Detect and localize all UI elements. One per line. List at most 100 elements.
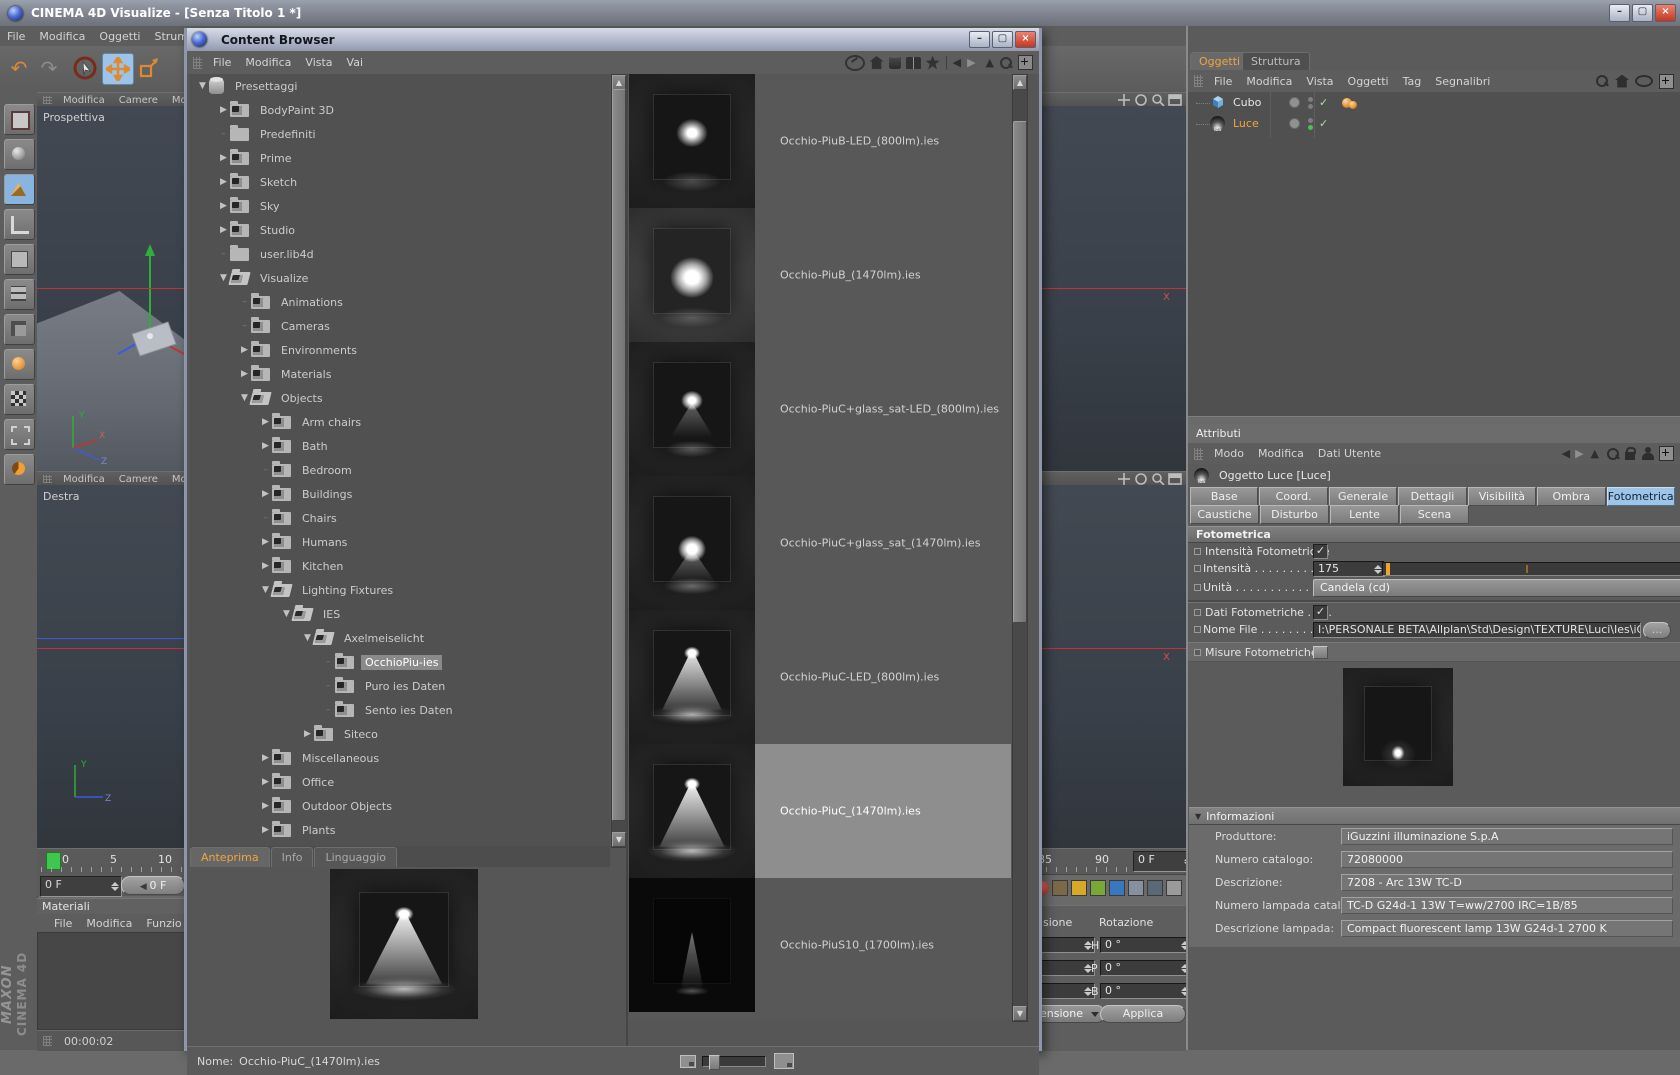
viewport-zoom-icon[interactable]: [1151, 93, 1165, 107]
tree-item-label[interactable]: Prime: [256, 151, 296, 166]
file-row[interactable]: Occhio-PiuB-LED_(800lm).ies: [629, 74, 1011, 208]
tree-item[interactable]: ▼ IES: [190, 602, 610, 626]
key-bullet-icon[interactable]: [1194, 608, 1201, 616]
dimension-field[interactable]: [1033, 983, 1095, 999]
minimize-button[interactable]: –: [969, 31, 990, 48]
tree-item[interactable]: ▼ Axelmeiselicht: [190, 626, 610, 650]
scale-key-icon[interactable]: [1090, 880, 1106, 896]
tree-item[interactable]: ▶ Environments: [190, 338, 610, 362]
menu-item-modifica[interactable]: Modifica: [1258, 447, 1304, 460]
menu-item-dati-utente[interactable]: Dati Utente: [1318, 447, 1381, 460]
tab-linguaggio[interactable]: Linguaggio: [314, 847, 398, 867]
rotation-field[interactable]: 0 °: [1100, 937, 1192, 953]
key-bullet-icon[interactable]: [1194, 648, 1201, 656]
tree-item[interactable]: – Predefiniti: [190, 122, 610, 146]
file-row[interactable]: Occhio-PiuS10_(1700lm).ies: [629, 878, 1011, 1012]
add-panel-icon[interactable]: [1659, 73, 1674, 89]
small-thumbnail-size-icon[interactable]: [679, 1054, 696, 1068]
misure-fotometriche-row[interactable]: Misure Fotometriche: [1188, 642, 1680, 662]
tree-item-label[interactable]: Outdoor Objects: [298, 799, 396, 814]
enabled-check-icon[interactable]: ✓: [1319, 96, 1328, 109]
tree-item-label[interactable]: Kitchen: [298, 559, 347, 574]
scrollbar-thumb[interactable]: [1013, 121, 1027, 623]
tree-item-label[interactable]: Presettaggi: [231, 79, 301, 94]
tree-item[interactable]: ▼ Lighting Fixtures: [190, 578, 610, 602]
materials-panel-body[interactable]: [37, 932, 188, 1030]
viewport-menu-item-camere[interactable]: Camere: [119, 95, 158, 106]
tree-item[interactable]: ▼ Visualize: [190, 266, 610, 290]
expander-closed-icon[interactable]: ▶: [217, 153, 230, 163]
browse-icon[interactable]: [844, 54, 865, 71]
expander-closed-icon[interactable]: ▶: [217, 105, 230, 115]
viewport-toggle-icon[interactable]: [1168, 472, 1182, 486]
tree-item-label[interactable]: Cameras: [277, 319, 334, 334]
position-key-icon[interactable]: [1071, 880, 1087, 896]
tree-item-label[interactable]: Siteco: [340, 727, 382, 742]
tab-oggetti[interactable]: Oggetti: [1190, 52, 1250, 71]
attr-tab-fotometrica[interactable]: Fotometrica: [1606, 487, 1675, 506]
expander-closed-icon[interactable]: ▶: [259, 777, 272, 787]
tree-item[interactable]: ▶ Bath: [190, 434, 610, 458]
tab-info[interactable]: Info: [270, 847, 314, 867]
browse-file-button[interactable]: ...: [1643, 622, 1671, 639]
tree-item[interactable]: ▼ Presettaggi: [190, 74, 610, 98]
tree-item[interactable]: – Bedroom: [190, 458, 610, 482]
search-icon[interactable]: [1595, 74, 1609, 88]
tree-item[interactable]: – Chairs: [190, 506, 610, 530]
editor-visibility-dot[interactable]: [1289, 118, 1300, 129]
tree-item-label[interactable]: Environments: [277, 343, 361, 358]
tree-item-label[interactable]: Materials: [277, 367, 335, 382]
filter-eye-icon[interactable]: [1635, 75, 1653, 87]
frame-number-field[interactable]: 0 F: [40, 876, 122, 897]
menu-item-modifica[interactable]: Modifica: [1246, 75, 1292, 88]
expander-closed-icon[interactable]: ▶: [217, 177, 230, 187]
close-button[interactable]: ×: [1015, 31, 1036, 48]
tab-struttura[interactable]: Struttura: [1242, 52, 1310, 71]
expander-closed-icon[interactable]: ▶: [259, 537, 272, 547]
render-visibility-dots[interactable]: [1308, 96, 1313, 109]
slider-handle[interactable]: [1386, 563, 1390, 575]
favorites-icon[interactable]: [925, 55, 940, 70]
object-manager-body[interactable]: Cubo ✓ IES Luce ✓: [1188, 92, 1680, 416]
tree-item-label[interactable]: Plants: [298, 823, 339, 838]
fotometrica-section-header[interactable]: Fotometrica: [1188, 526, 1680, 543]
viewport-pan-icon[interactable]: [1117, 93, 1131, 107]
home-icon[interactable]: [1615, 74, 1629, 88]
expander-open-icon[interactable]: ▼: [196, 81, 209, 91]
pane-splitter[interactable]: [626, 74, 628, 1046]
file-row[interactable]: Occhio-PiuB_(1470lm).ies: [629, 208, 1011, 342]
object-row-luce[interactable]: IES Luce ✓: [1188, 113, 1680, 134]
tree-scrollbar[interactable]: ▲ ▼: [611, 74, 627, 848]
menu-item-modifica[interactable]: Modifica: [86, 917, 132, 930]
tree-item[interactable]: ▶ Prime: [190, 146, 610, 170]
tree-item-label[interactable]: Puro ies Daten: [361, 679, 449, 694]
tree-item-label[interactable]: Bedroom: [298, 463, 356, 478]
tree-item-label[interactable]: Humans: [298, 535, 351, 550]
viewport-menu-item-camere[interactable]: Camere: [119, 474, 158, 485]
drag-grip-icon[interactable]: [43, 96, 52, 104]
search-icon[interactable]: [999, 56, 1013, 70]
new-browser-icon[interactable]: [1018, 55, 1033, 70]
file-row[interactable]: Occhio-PiuC-LED_(800lm).ies: [629, 610, 1011, 744]
rotation-field[interactable]: 0 °: [1100, 983, 1192, 999]
tree-item[interactable]: ▶ Arm chairs: [190, 410, 610, 434]
menu-item-vista[interactable]: Vista: [1306, 75, 1333, 88]
key-bullet-icon[interactable]: [1194, 626, 1201, 633]
menu-item-segnalibri[interactable]: Segnalibri: [1435, 75, 1490, 88]
drag-grip-icon[interactable]: [1194, 75, 1203, 87]
move-tool-icon[interactable]: [102, 53, 134, 85]
key-bullet-icon[interactable]: [1194, 584, 1201, 591]
info-value-field[interactable]: Compact fluorescent lamp 13W G24d-1 2700…: [1341, 920, 1673, 937]
intensita-value-field[interactable]: 175: [1313, 561, 1385, 577]
content-tree[interactable]: ▼ Presettaggi ▶ BodyPaint 3D – Predefiniti ▶ Pr…: [190, 74, 610, 846]
maximize-button[interactable]: ▢: [992, 31, 1013, 48]
intensita-slider[interactable]: [1382, 562, 1680, 576]
menu-item-file[interactable]: File: [213, 56, 231, 69]
undo-icon[interactable]: ↶: [4, 53, 34, 83]
axis-tool-icon[interactable]: [4, 209, 35, 240]
tree-item-label[interactable]: Objects: [277, 391, 327, 406]
tree-item-label[interactable]: Visualize: [256, 271, 312, 286]
live-selection-icon[interactable]: [70, 53, 100, 83]
dati-fotometriche-checkbox[interactable]: ✓: [1313, 604, 1328, 620]
shader-pie-icon[interactable]: [4, 454, 35, 485]
